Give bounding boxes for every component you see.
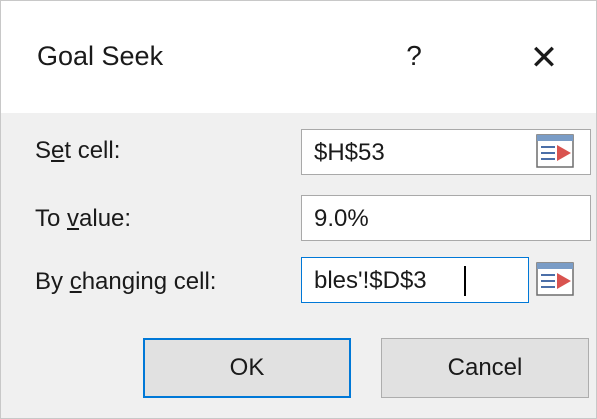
by-changing-cell-input[interactable]: bles'!$D$3 — [301, 257, 529, 303]
title-bar: Goal Seek ? ✕ — [1, 1, 596, 113]
cancel-button[interactable]: Cancel — [381, 338, 589, 398]
to-value-label: To value: — [35, 205, 132, 232]
text-caret — [464, 266, 466, 296]
ok-button[interactable]: OK — [143, 338, 351, 398]
goal-seek-dialog: Goal Seek ? ✕ Set cell: $H$53 To value: … — [0, 0, 597, 419]
by-changing-cell-ref-button[interactable] — [531, 259, 581, 301]
close-icon: ✕ — [529, 39, 559, 77]
by-changing-cell-value: bles'!$D$3 — [314, 267, 427, 294]
close-button[interactable]: ✕ — [517, 31, 571, 85]
collapse-dialog-icon — [536, 262, 574, 296]
dialog-title: Goal Seek — [37, 41, 164, 71]
set-cell-value: $H$53 — [314, 139, 385, 166]
collapse-dialog-icon — [536, 134, 574, 168]
help-button[interactable]: ? — [389, 31, 439, 81]
to-value-input[interactable]: 9.0% — [301, 195, 591, 241]
to-value-value: 9.0% — [314, 205, 369, 232]
by-changing-cell-label: By changing cell: — [35, 268, 217, 295]
set-cell-label: Set cell: — [35, 137, 121, 164]
set-cell-ref-button[interactable] — [531, 131, 581, 173]
